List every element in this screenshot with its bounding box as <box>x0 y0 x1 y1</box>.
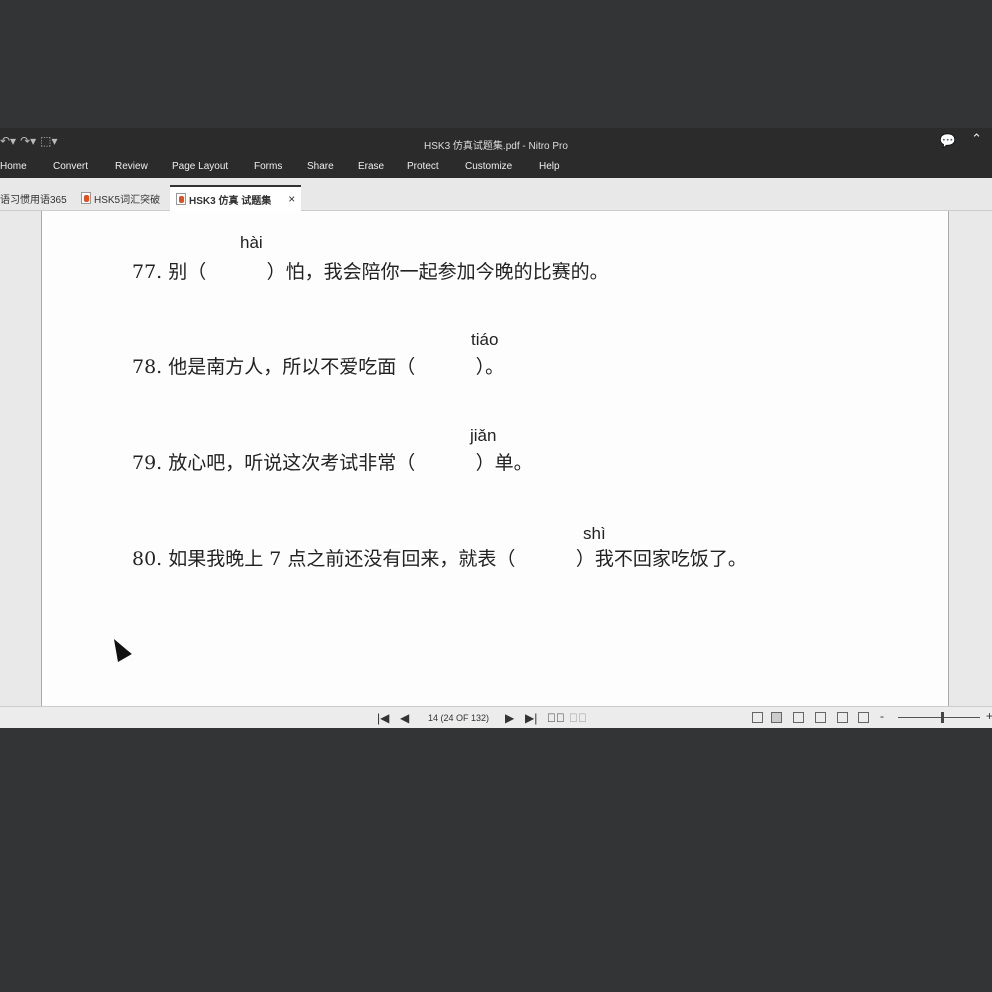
pinyin: hài <box>240 233 263 252</box>
question-text: 别（ ）怕，我会陪你一起参加今晚的比赛的。 <box>168 261 609 283</box>
tab-hsk5[interactable]: HSK5词汇突破 <box>81 187 160 209</box>
menu-forms[interactable]: Forms <box>254 161 282 172</box>
question-number: 80. <box>132 548 163 570</box>
zoom-slider-thumb[interactable] <box>941 712 944 723</box>
pinyin: jiǎn <box>470 426 497 445</box>
pinyin: tiáo <box>471 330 499 349</box>
menu-review[interactable]: Review <box>115 161 148 172</box>
tab-label: HSK3 仿真 试题集 <box>189 195 272 207</box>
back-view-icon[interactable]: ◀⃝ <box>547 711 565 725</box>
menu-customize[interactable]: Customize <box>465 161 512 172</box>
continuous-view-icon[interactable] <box>771 712 782 723</box>
tab-hsk3[interactable]: HSK3 仿真 试题集 × <box>170 185 302 211</box>
menu-convert[interactable]: Convert <box>53 161 88 172</box>
question-79: 79. 放心吧，听说这次考试非常（ ）单。 <box>132 448 533 475</box>
status-bar: |◀ ◀ 14 (24 OF 132) ▶ ▶| ◀⃝ ▶⃝ - + <box>0 706 992 728</box>
zoom-out-button[interactable]: - <box>880 709 884 723</box>
pdf-icon <box>176 193 186 205</box>
facing-view-icon[interactable] <box>793 712 804 723</box>
document-tabs: 语习惯用语365 HSK5词汇突破 HSK3 仿真 试题集 × <box>0 178 992 211</box>
zoom-slider[interactable] <box>898 717 980 718</box>
question-number: 78. <box>132 356 163 378</box>
previous-page-icon[interactable]: ◀ <box>400 711 409 725</box>
pinyin: shì <box>583 524 606 543</box>
question-number: 79. <box>132 452 163 474</box>
close-icon[interactable]: × <box>288 192 295 206</box>
menu-home[interactable]: Home <box>0 161 27 172</box>
tab-label: HSK5词汇突破 <box>94 194 161 206</box>
question-text: 放心吧，听说这次考试非常（ ）单。 <box>168 452 533 474</box>
page-indicator[interactable]: 14 (24 OF 132) <box>428 713 489 723</box>
question-77: 77. 别（ ）怕，我会陪你一起参加今晚的比赛的。 <box>132 257 609 284</box>
question-text: 如果我晚上 7 点之前还没有回来，就表（ ）我不回家吃饭了。 <box>168 548 747 570</box>
forward-view-icon[interactable]: ▶⃝ <box>569 711 587 725</box>
pdf-icon <box>81 192 91 204</box>
menu-share[interactable]: Share <box>307 161 334 172</box>
tab-label: 语习惯用语365 <box>0 194 67 206</box>
ribbon-menu: Home Convert Review Page Layout Forms Sh… <box>0 155 992 178</box>
menu-erase[interactable]: Erase <box>358 161 384 172</box>
document-viewport[interactable]: hài 77. 别（ ）怕，我会陪你一起参加今晚的比赛的。 tiáo 78. 他… <box>0 211 992 706</box>
facing-continuous-view-icon[interactable] <box>815 712 826 723</box>
menu-help[interactable]: Help <box>539 161 560 172</box>
zoom-in-button[interactable]: + <box>986 709 992 723</box>
question-text: 他是南方人，所以不爱吃面（ ）。 <box>168 356 505 378</box>
question-number: 77. <box>132 261 163 283</box>
menu-protect[interactable]: Protect <box>407 161 439 172</box>
last-page-icon[interactable]: ▶| <box>525 711 537 725</box>
window-title: HSK3 仿真试题集.pdf - Nitro Pro <box>424 141 568 152</box>
tab-idioms[interactable]: 语习惯用语365 <box>0 187 67 209</box>
pdf-page: hài 77. 别（ ）怕，我会陪你一起参加今晚的比赛的。 tiáo 78. 他… <box>41 211 949 706</box>
question-78: 78. 他是南方人，所以不爱吃面（ ）。 <box>132 352 504 379</box>
next-page-icon[interactable]: ▶ <box>505 711 514 725</box>
question-80: 80. 如果我晚上 7 点之前还没有回来，就表（ ）我不回家吃饭了。 <box>132 544 747 571</box>
title-bar: ↶▾ ↷▾ ⬚▾ HSK3 仿真试题集.pdf - Nitro Pro 💬 ⌃ <box>0 128 992 155</box>
comment-icon[interactable]: 💬 <box>940 133 956 149</box>
fit-page-icon[interactable] <box>837 712 848 723</box>
fit-width-icon[interactable] <box>858 712 869 723</box>
menu-page-layout[interactable]: Page Layout <box>172 161 228 172</box>
first-page-icon[interactable]: |◀ <box>377 711 389 725</box>
single-page-view-icon[interactable] <box>752 712 763 723</box>
minimize-ribbon-icon[interactable]: ⌃ <box>971 131 982 147</box>
